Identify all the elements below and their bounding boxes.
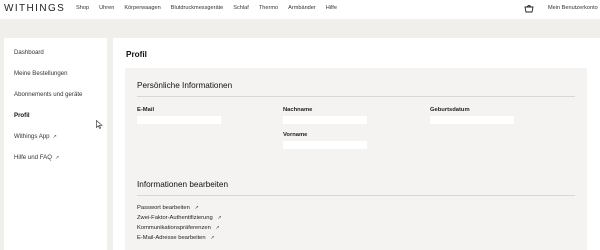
edit-info-card: Informationen bearbeiten Passwort bearbe… [125, 166, 587, 250]
sidebar-item-bestellungen[interactable]: Meine Bestellungen [14, 70, 68, 77]
firstname-label: Vorname [283, 132, 308, 138]
nav-item-thermo[interactable]: Thermo [259, 5, 278, 11]
sidebar-item-abonnements[interactable]: Abonnements und geräte [14, 91, 82, 98]
edit-email-link[interactable]: E-Mail-Adresse bearbeiten ↗ [137, 235, 214, 241]
basket-icon[interactable] [524, 4, 534, 13]
main-nav: Shop Uhren Körperwaagen Blutdruckmessger… [76, 5, 347, 11]
profile-main-panel: Profil Persönliche Informationen E-Mail … [113, 38, 600, 250]
birthdate-label: Geburtsdatum [430, 107, 470, 113]
nav-item-schlaf[interactable]: Schlaf [233, 5, 249, 11]
sidebar-item-label: Profil [14, 112, 30, 119]
divider [137, 195, 575, 196]
two-factor-link[interactable]: Zwei-Faktor-Authentifizierung ↗ [137, 215, 222, 221]
external-link-icon: ↗ [54, 154, 60, 161]
lastname-label: Nachname [283, 107, 313, 113]
edit-info-title: Informationen bearbeiten [137, 180, 229, 189]
sidebar-item-label: Abonnements und geräte [14, 91, 83, 98]
edit-password-link[interactable]: Passwort bearbeiten ↗ [137, 205, 199, 211]
sidebar-item-withings-app[interactable]: Withings App ↗ [14, 133, 57, 140]
nav-item-blutdruckmessgeraete[interactable]: Blutdruckmessgeräte [171, 5, 224, 11]
top-navigation-bar: WITHINGS Shop Uhren Körperwaagen Blutdru… [0, 0, 600, 19]
edit-link-label: Passwort bearbeiten [137, 205, 190, 211]
mouse-cursor-icon [96, 120, 103, 129]
nav-item-uhren[interactable]: Uhren [99, 5, 114, 11]
lastname-field[interactable] [283, 116, 367, 124]
external-link-icon: ↗ [215, 225, 220, 231]
account-sidebar: Dashboard Meine Bestellungen Abonnements… [4, 38, 107, 250]
sidebar-item-hilfe-faq[interactable]: Hilfe und FAQ ↗ [14, 154, 59, 161]
divider [137, 96, 575, 97]
email-field[interactable] [137, 116, 221, 124]
sidebar-item-profil[interactable]: Profil [14, 112, 30, 119]
birthdate-field[interactable] [430, 116, 514, 124]
external-link-icon: ↗ [210, 235, 215, 241]
page-title: Profil [126, 50, 147, 59]
email-label: E-Mail [137, 107, 155, 113]
firstname-field[interactable] [283, 141, 367, 149]
withings-logo[interactable]: WITHINGS [4, 3, 65, 14]
sidebar-item-dashboard[interactable]: Dashboard [14, 49, 44, 56]
external-link-icon: ↗ [194, 205, 199, 211]
nav-item-koerperwaagen[interactable]: Körperwaagen [124, 5, 160, 11]
sidebar-item-label: Withings App [14, 133, 50, 140]
communication-preferences-link[interactable]: Kommunikationspräferenzen ↗ [137, 225, 220, 231]
nav-item-hilfe[interactable]: Hilfe [326, 5, 337, 11]
personal-info-title: Persönliche Informationen [137, 81, 233, 90]
nav-item-shop[interactable]: Shop [76, 5, 89, 11]
edit-link-label: Zwei-Faktor-Authentifizierung [137, 215, 213, 221]
sidebar-item-label: Dashboard [14, 49, 44, 56]
external-link-icon: ↗ [217, 215, 222, 221]
sidebar-item-label: Hilfe und FAQ [14, 154, 52, 161]
edit-link-label: Kommunikationspräferenzen [137, 225, 211, 231]
nav-item-armbaender[interactable]: Armbänder [288, 5, 316, 11]
account-link[interactable]: Mein Benutzerkonto [548, 5, 598, 11]
edit-link-label: E-Mail-Adresse bearbeiten [137, 235, 206, 241]
sidebar-item-label: Meine Bestellungen [14, 70, 68, 77]
external-link-icon: ↗ [52, 133, 57, 140]
